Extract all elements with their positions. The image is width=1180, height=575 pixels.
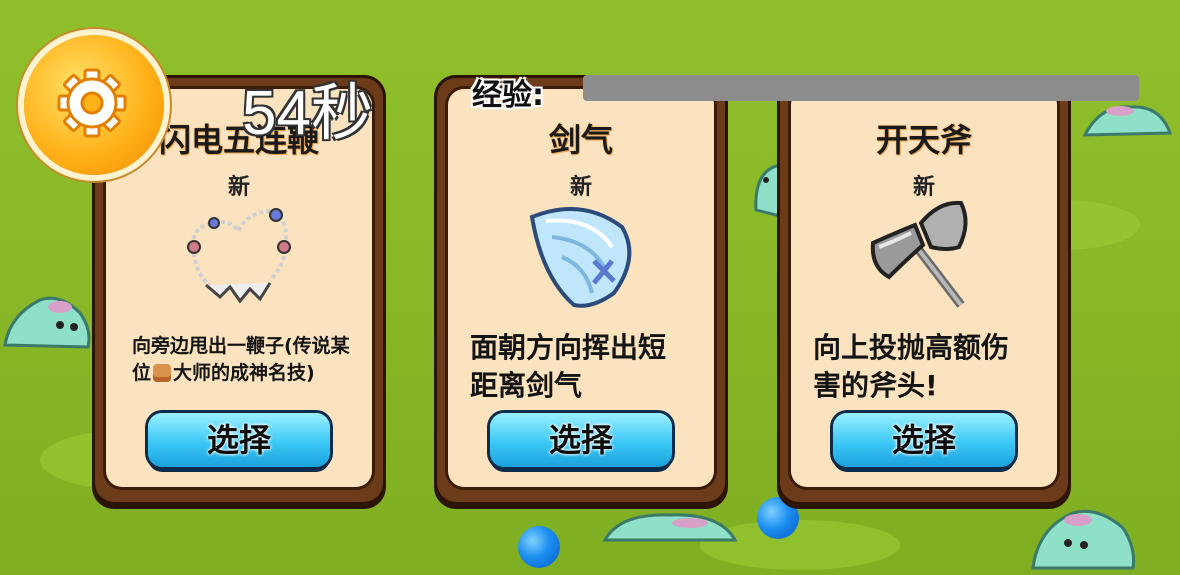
card-panel: 剑气 新 面朝方向挥出短 距离剑气 选择 [448,89,714,487]
sword-wind-icon [522,197,640,319]
skill-description: 向上投抛高额伤 害的斧头! [813,329,1035,405]
exp-label: 经验: [472,78,544,113]
master-avatar-icon [153,364,172,382]
exp-orb [518,526,560,568]
desc-line: 向上投抛高额伤 [813,331,1010,364]
whip-necklace-icon [180,197,298,319]
skill-description: 向旁边甩出一鞭子(传说某 位大师的成神名技) [132,333,362,387]
skill-title: 开天斧 [875,121,972,159]
settings-button[interactable] [24,35,164,175]
slime-enemy-icon [1082,105,1173,137]
desc-line: 距离剑气 [470,369,583,402]
desc-line: 向旁边甩出一鞭子(传说某 [132,335,350,357]
skill-description: 面朝方向挥出短 距离剑气 [470,329,692,405]
skill-title: 剑气 [548,121,613,159]
select-button[interactable]: 选择 [490,413,672,467]
battle-axe-icon [865,197,983,319]
card-panel: 开天斧 新 向上投抛高额伤 害的斧头! 选择 [791,89,1057,487]
gear-icon [57,68,127,138]
countdown-timer: 54秒 [242,79,373,148]
exp-bar [583,75,1139,101]
desc-line: 害的斧头! [813,369,938,402]
select-button[interactable]: 选择 [148,413,330,467]
select-button[interactable]: 选择 [833,413,1015,467]
desc-line: 位大师的成神名技) [132,360,362,387]
slime-enemy-icon [3,296,91,349]
slime-enemy-icon [1031,509,1135,570]
skill-card-2[interactable]: 剑气 新 面朝方向挥出短 距离剑气 选择 [434,75,728,505]
desc-line-pre: 位 [132,362,152,384]
desc-line-post: 大师的成神名技) [173,362,315,384]
desc-line: 面朝方向挥出短 [470,331,667,364]
skill-card-3[interactable]: 开天斧 新 向上投抛高额伤 害的斧头! 选择 [777,75,1071,505]
slime-enemy-icon [602,513,738,542]
